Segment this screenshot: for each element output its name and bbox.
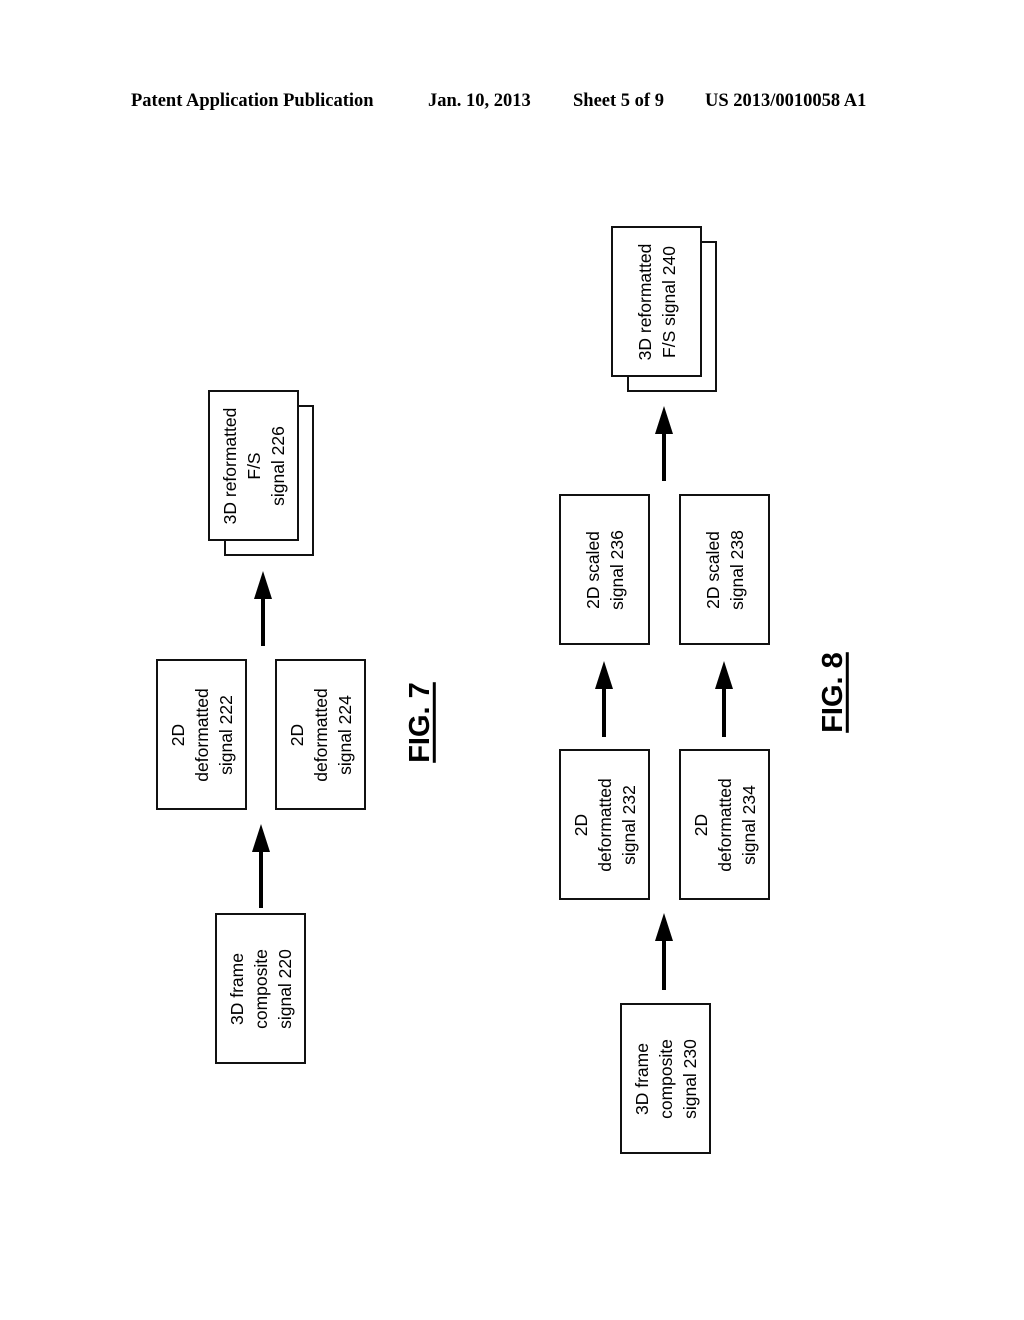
arrow-230-to-232-234 <box>655 913 673 990</box>
arrow-234-to-238 <box>715 661 733 737</box>
arrow-236-238-to-240 <box>655 406 673 481</box>
arrow-222-224-to-226 <box>254 571 272 646</box>
flow-arrows <box>252 406 733 990</box>
arrow-232-to-236 <box>595 661 613 737</box>
arrow-220-to-222-224 <box>252 824 270 908</box>
